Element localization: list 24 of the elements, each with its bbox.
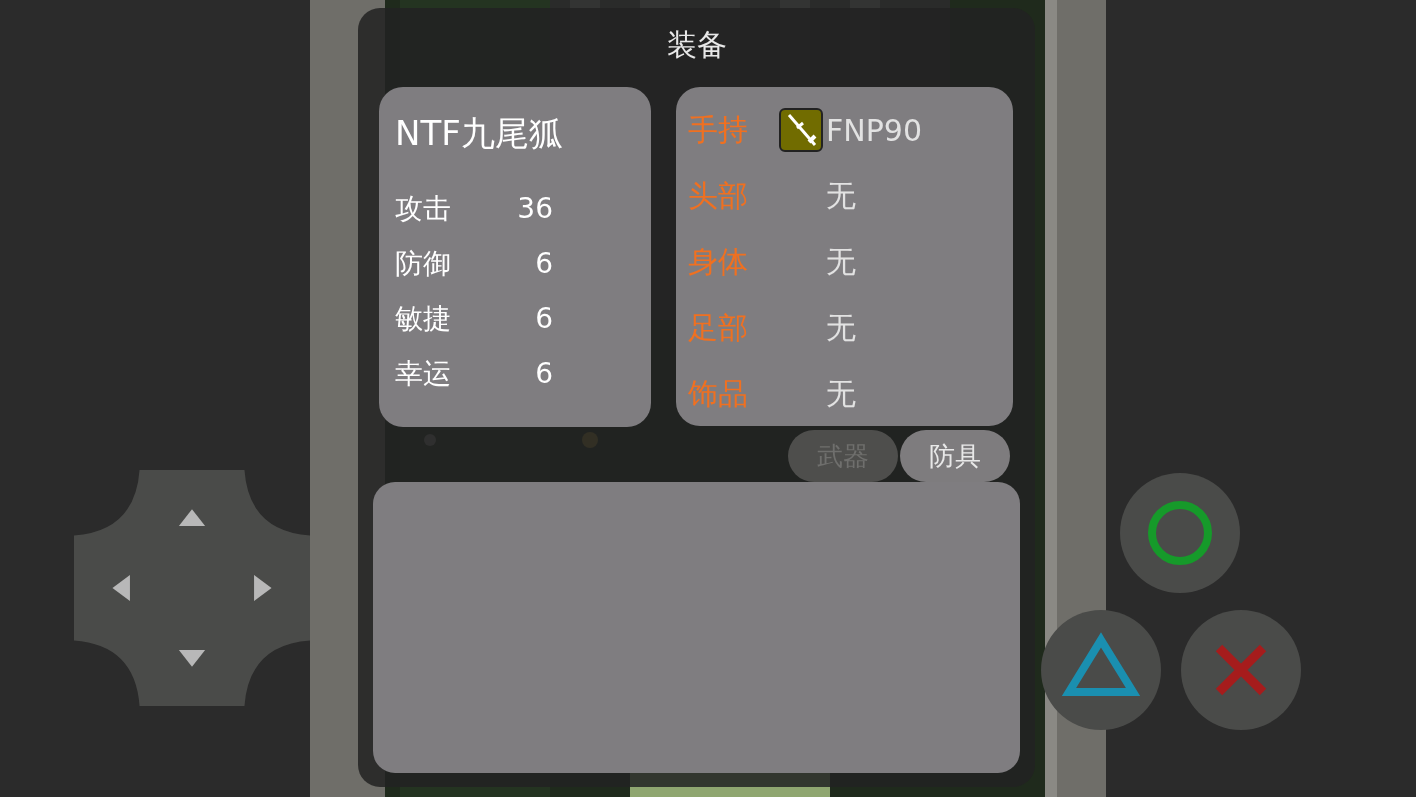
- stat-label: 防御: [395, 245, 451, 282]
- stat-label: 敏捷: [395, 300, 451, 337]
- stat-value: 36: [517, 192, 553, 225]
- stat-label: 攻击: [395, 190, 451, 227]
- dialog-title: 装备: [666, 30, 727, 60]
- character-name: NTF九尾狐: [395, 112, 564, 155]
- slot-value: 无: [826, 308, 856, 347]
- stat-value: 6: [535, 357, 553, 390]
- slot-value: FNP90: [826, 112, 922, 148]
- slot-label: 身体: [688, 242, 749, 281]
- stat-value: 6: [535, 302, 553, 335]
- tab[interactable]: 防具: [900, 430, 1010, 482]
- stat-value: 6: [535, 247, 553, 280]
- rifle-icon[interactable]: [779, 108, 823, 152]
- slot-label: 饰品: [688, 374, 749, 413]
- slot-label: 手持: [688, 110, 749, 149]
- circle-button[interactable]: [1120, 473, 1240, 593]
- slot-label: 头部: [688, 176, 749, 215]
- triangle-button[interactable]: [1041, 610, 1161, 730]
- slot-label: 足部: [688, 308, 749, 347]
- slot-value: 无: [826, 176, 856, 215]
- slot-value: 无: [826, 242, 856, 281]
- slot-value: 无: [826, 374, 856, 413]
- stat-label: 幸运: [395, 355, 451, 392]
